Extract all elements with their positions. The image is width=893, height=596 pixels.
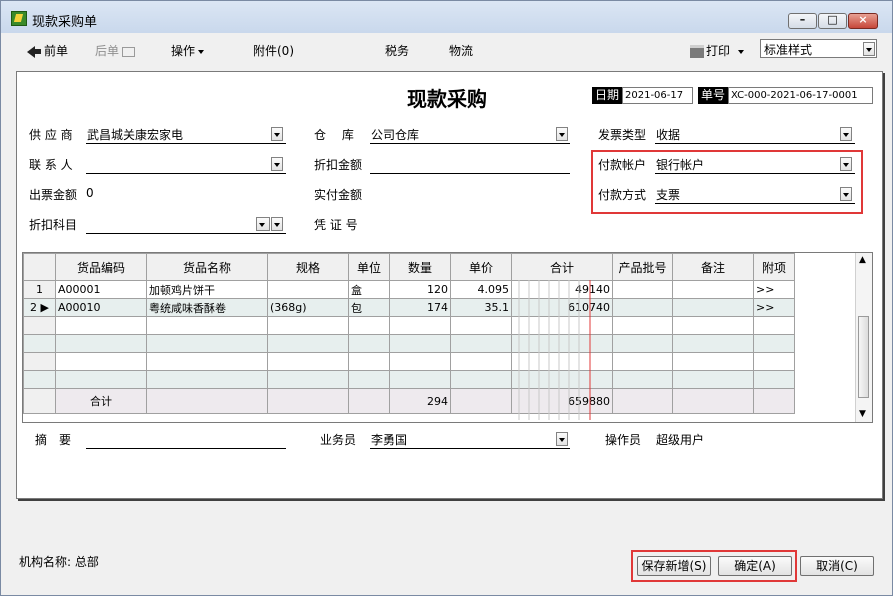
table-row[interactable]: 1 A00001 加顿鸡片饼干 盒 120 4.095 49140 >> [23, 280, 795, 299]
prev-button[interactable]: 前单 [27, 42, 68, 59]
discount-subject-label: 折扣科目 [29, 218, 78, 232]
maximize-button[interactable]: □ [818, 13, 847, 29]
col-note[interactable]: 备注 [672, 253, 754, 281]
title-bar: 现款采购单 – □ × [1, 1, 892, 33]
date-field[interactable]: 2021-06-17 [622, 87, 693, 104]
logistics-button[interactable]: 物流 [449, 42, 473, 59]
discount-amount-label: 折扣金额 [314, 158, 363, 172]
contact-label: 联 系 人 [29, 158, 73, 172]
minimize-button[interactable]: – [788, 13, 817, 29]
salesman-dropdown[interactable] [556, 432, 568, 446]
invoice-amount-label: 出票金额 [29, 188, 78, 202]
supplier-label: 供 应 商 [29, 128, 73, 142]
scroll-down-icon[interactable]: ▼ [859, 409, 866, 419]
table-row[interactable] [23, 352, 795, 371]
warehouse-dropdown[interactable] [556, 127, 568, 141]
grid-scrollbar[interactable]: ▲ ▼ [855, 253, 872, 422]
grid-header-row: 货品编码 货品名称 规格 单位 数量 单价 合计 产品批号 备注 附项 [23, 253, 795, 281]
warehouse-value: 公司仓库 [371, 128, 420, 142]
table-row[interactable] [23, 334, 795, 353]
supplier-dropdown[interactable] [271, 127, 283, 141]
scroll-up-icon[interactable]: ▲ [859, 255, 866, 265]
discount-subject-browse[interactable] [256, 217, 270, 231]
attach-link[interactable]: >> [753, 298, 795, 317]
table-row[interactable] [23, 370, 795, 389]
operations-menu[interactable]: 操作 [171, 42, 205, 59]
sum-qty: 294 [389, 388, 451, 414]
col-attach[interactable]: 附项 [753, 253, 795, 281]
print-button[interactable]: 打印 [690, 42, 745, 59]
contact-dropdown[interactable] [271, 157, 283, 171]
invoice-type-value: 收据 [656, 128, 681, 142]
number-label: 单号 [698, 87, 729, 104]
items-grid: 货品编码 货品名称 规格 单位 数量 单价 合计 产品批号 备注 附项 1 A0… [22, 252, 873, 423]
attach-link[interactable]: >> [753, 280, 795, 299]
col-code[interactable]: 货品编码 [55, 253, 147, 281]
invoice-type-label: 发票类型 [598, 128, 647, 142]
document-title: 现款采购 [407, 87, 487, 111]
printer-icon [690, 45, 704, 58]
chevron-down-icon [198, 49, 205, 54]
warehouse-label: 仓 库 [314, 128, 354, 142]
discount-subject-dropdown[interactable] [271, 217, 283, 231]
sum-label: 合计 [55, 388, 147, 414]
col-qty[interactable]: 数量 [389, 253, 451, 281]
chevron-down-icon [738, 49, 745, 54]
chevron-down-icon [863, 42, 875, 56]
arrow-left-icon [27, 45, 35, 58]
voucher-label: 凭 证 号 [314, 218, 358, 232]
confirm-button[interactable]: 确定(A) [718, 556, 792, 576]
save-new-button[interactable]: 保存新增(S) [637, 556, 711, 576]
table-row[interactable]: 2 ▶ A00010 粤统咸味香酥卷 (368g) 包 174 35.1 610… [23, 298, 795, 317]
next-button[interactable]: 后单 [95, 42, 136, 59]
close-icon: × [858, 13, 868, 26]
toolbar: 前单 后单 操作 附件(0) 税务 物流 打印 [11, 35, 882, 65]
items-table: 货品编码 货品名称 规格 单位 数量 单价 合计 产品批号 备注 附项 1 A0… [23, 253, 795, 414]
operator-value: 超级用户 [656, 433, 705, 447]
row-pointer-icon: ▶ [40, 301, 49, 314]
attachments-button[interactable]: 附件(0) [253, 42, 294, 59]
invoice-type-dropdown[interactable] [840, 127, 852, 141]
app-logo-icon [11, 11, 27, 26]
col-spec[interactable]: 规格 [267, 253, 349, 281]
table-row[interactable] [23, 316, 795, 335]
col-total[interactable]: 合计 [511, 253, 613, 281]
salesman-label: 业务员 [320, 433, 357, 447]
actual-pay-label: 实付金额 [314, 188, 363, 202]
close-button[interactable]: × [848, 13, 878, 29]
operator-label: 操作员 [605, 433, 642, 447]
number-field[interactable]: XC-000-2021-06-17-0001 [728, 87, 873, 104]
window-title: 现款采购单 [32, 15, 98, 30]
cancel-button[interactable]: 取消(C) [800, 556, 874, 576]
col-price[interactable]: 单价 [450, 253, 512, 281]
tax-button[interactable]: 税务 [385, 42, 409, 59]
restore-icon: □ [827, 13, 838, 26]
print-style-select[interactable]: 标准样式 [760, 39, 877, 58]
minimize-icon: – [799, 13, 806, 26]
date-label: 日期 [592, 87, 623, 104]
invoice-amount-value: 0 [86, 186, 94, 200]
payment-highlight-box [591, 150, 863, 214]
sum-row: 合计 294 659880 [23, 388, 795, 414]
org-name: 机构名称: 总部 [19, 555, 99, 569]
col-batch[interactable]: 产品批号 [612, 253, 673, 281]
scroll-thumb[interactable] [858, 316, 869, 398]
summary-label: 摘 要 [35, 433, 72, 447]
col-name[interactable]: 货品名称 [146, 253, 268, 281]
arrow-right-icon [122, 46, 136, 57]
supplier-value: 武昌城关康宏家电 [87, 128, 184, 142]
salesman-value: 李勇国 [371, 433, 408, 447]
col-unit[interactable]: 单位 [348, 253, 390, 281]
total-digit-guides [518, 280, 591, 420]
purchase-window: 现款采购单 – □ × 前单 后单 操作 附件(0) 税务 物流 打印 标准样式… [0, 0, 893, 596]
summary-field[interactable] [86, 448, 286, 449]
